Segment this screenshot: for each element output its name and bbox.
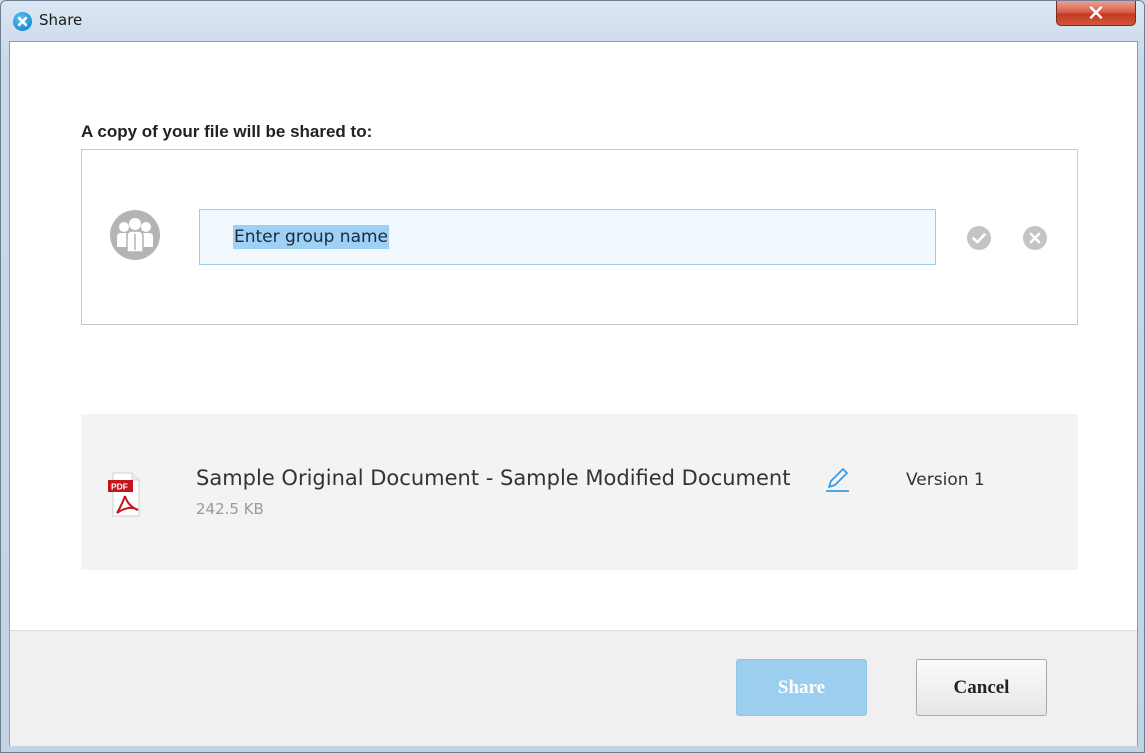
close-icon bbox=[1089, 6, 1103, 19]
dialog-footer: Share Cancel bbox=[10, 630, 1137, 746]
app-logo-icon bbox=[13, 12, 32, 31]
pdf-file-icon: PDF bbox=[108, 470, 142, 518]
window-close-button[interactable] bbox=[1056, 1, 1136, 26]
file-version: Version 1 bbox=[906, 470, 985, 490]
clear-x-icon[interactable] bbox=[1023, 226, 1047, 250]
svg-text:PDF: PDF bbox=[111, 482, 128, 492]
confirm-check-icon[interactable] bbox=[967, 226, 991, 250]
file-panel: PDF Sample Original Document - Sample Mo… bbox=[81, 414, 1078, 570]
share-window: Share A copy of your file will be shared… bbox=[0, 0, 1145, 753]
recipient-box: Enter group name bbox=[81, 149, 1078, 325]
share-heading: A copy of your file will be shared to: bbox=[81, 122, 373, 141]
file-name: Sample Original Document - Sample Modifi… bbox=[196, 466, 791, 490]
title-bar[interactable]: Share bbox=[1, 1, 1144, 41]
file-size: 242.5 KB bbox=[196, 500, 264, 518]
group-name-input[interactable] bbox=[199, 209, 936, 265]
group-icon bbox=[110, 210, 160, 260]
edit-pencil-icon[interactable] bbox=[823, 465, 851, 493]
cancel-button[interactable]: Cancel bbox=[916, 659, 1047, 716]
window-title: Share bbox=[39, 11, 83, 29]
share-button[interactable]: Share bbox=[736, 659, 867, 716]
dialog-body: A copy of your file will be shared to: E… bbox=[9, 41, 1138, 746]
